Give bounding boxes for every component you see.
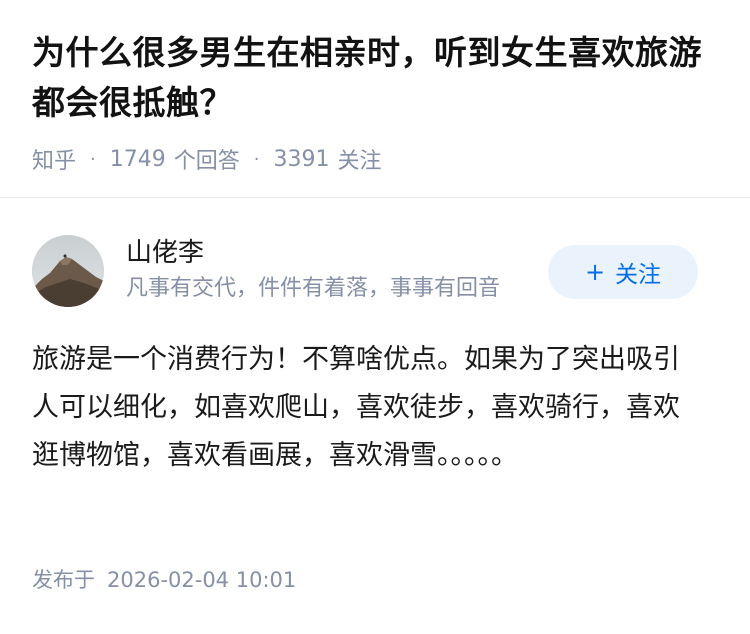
publish-label: 发布于 [32, 568, 95, 592]
author-card: 山佬李 凡事有交代，件件有着落，事事有回音 + 关注 [32, 235, 718, 309]
question-header: 为什么很多男生在相亲时，听到女生喜欢旅游都会很抵触？ 知乎 · 1749 个回答… [0, 0, 750, 176]
author-bio: 凡事有交代，件件有着落，事事有回音 [126, 276, 501, 301]
publish-info: 发布于 2026-02-04 10:01 [32, 562, 296, 598]
avatar[interactable] [32, 235, 104, 307]
follow-button-label: 关注 [615, 262, 662, 288]
follow-button[interactable]: + 关注 [548, 245, 698, 299]
author-name[interactable]: 山佬李 [126, 235, 546, 271]
separator-dot: · [253, 148, 260, 170]
answer-content[interactable]: 旅游是一个消费行为！不算啥优点。如果为了突出吸引人可以细化，如喜欢爬山，喜欢徒步… [32, 336, 702, 480]
follower-count-label[interactable]: 关注 [338, 143, 382, 175]
avatar-mountain-image [32, 235, 104, 307]
answer-count: 1749 [109, 146, 166, 172]
source-label[interactable]: 知乎 [32, 143, 76, 175]
question-title[interactable]: 为什么很多男生在相亲时，听到女生喜欢旅游都会很抵触？ [32, 28, 718, 128]
author-info: 山佬李 凡事有交代，件件有着落，事事有回音 [126, 235, 546, 307]
answer-count-label[interactable]: 个回答 [174, 143, 240, 175]
question-meta: 知乎 · 1749 个回答 · 3391 关注 [32, 142, 718, 176]
section-divider [0, 197, 750, 198]
plus-icon: + [584, 258, 606, 286]
follower-count: 3391 [273, 146, 330, 172]
publish-time: 2026-02-04 10:01 [107, 568, 297, 592]
separator-dot: · [90, 148, 96, 170]
